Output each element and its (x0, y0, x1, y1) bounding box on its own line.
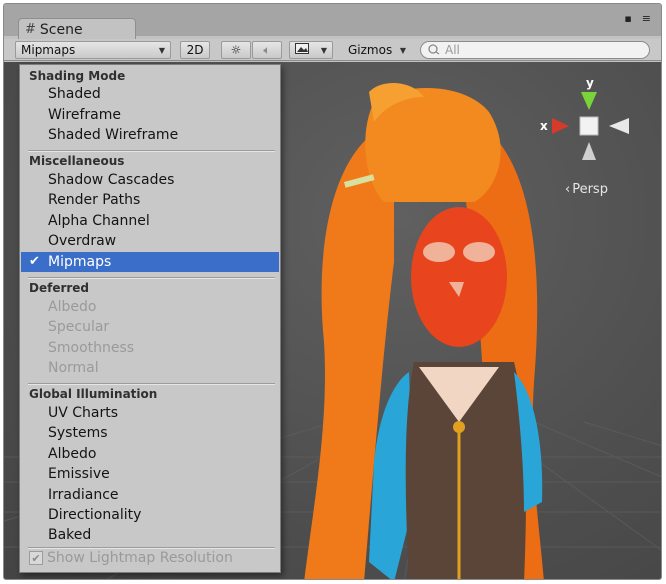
menu-item-alpha-channel[interactable]: Alpha Channel (21, 211, 279, 231)
menu-item-overdraw[interactable]: Overdraw (21, 231, 279, 251)
menu-item-mipmaps-label: Mipmaps (48, 254, 112, 270)
menu-item-render-paths[interactable]: Render Paths (21, 190, 279, 210)
2d-label: 2D (186, 43, 204, 57)
menu-item-mipmaps[interactable]: ✔ Mipmaps (21, 252, 279, 272)
menu-item-specular: Specular (48, 319, 110, 335)
gizmo-y-axis[interactable] (581, 92, 597, 110)
menu-item-wireframe[interactable]: Wireframe (21, 105, 279, 125)
scene-toolbar: Mipmaps ▼ 2D ☼ 🔈︎ ▼ Gizmos ▼ All (4, 39, 661, 61)
tab-bar: # Scene ▪ ≡ (4, 4, 661, 40)
tab-scene[interactable]: # Scene (18, 18, 136, 40)
render-mode-dropdown[interactable]: Mipmaps ▼ (15, 41, 171, 59)
search-icon (427, 43, 443, 58)
audio-toggle-button[interactable]: 🔈︎ (252, 41, 282, 59)
lighting-toggle-button[interactable]: ☼ (221, 41, 251, 59)
menu-separator-highlight (28, 548, 275, 549)
lighting-toggle-icon: ☼ (230, 43, 242, 57)
checkmark-icon: ✔ (29, 254, 40, 269)
context-menu-icon[interactable]: ≡ (642, 12, 651, 25)
search-input[interactable]: All (420, 41, 650, 59)
menu-separator-highlight (28, 151, 275, 152)
search-placeholder: All (445, 43, 460, 57)
chevron-down-icon: ▼ (158, 45, 165, 55)
render-mode-label: Mipmaps (21, 43, 76, 57)
menu-item-emissive[interactable]: Emissive (21, 464, 279, 484)
scene-tab-icon: # (25, 22, 36, 37)
persp-icon: ‹ (565, 182, 571, 197)
character-model (304, 82, 544, 579)
gizmos-dropdown[interactable]: Gizmos ▼ (343, 41, 411, 59)
scene-window: # Scene ▪ ≡ Mipmaps ▼ 2D ☼ 🔈︎ ▼ Gizmos ▼… (3, 3, 662, 580)
menu-item-directionality[interactable]: Directionality (21, 505, 279, 525)
lightmap-resolution-checkbox: ✔ (29, 551, 43, 565)
window-controls: ▪ ≡ (624, 12, 651, 25)
gizmo-y-label: y (586, 76, 594, 90)
menu-item-irradiance[interactable]: Irradiance (21, 485, 279, 505)
menu-item-normal: Normal (48, 360, 99, 376)
effects-icon (295, 43, 309, 57)
effects-dropdown[interactable]: ▼ (289, 41, 333, 59)
chevron-down-icon: ▼ (320, 45, 327, 55)
gizmo-center-cube[interactable] (579, 116, 599, 136)
menu-item-deferred-albedo: Albedo (48, 299, 97, 315)
projection-label: Persp (572, 182, 608, 197)
audio-toggle-icon: 🔈︎ (263, 42, 271, 57)
orientation-gizmo[interactable]: y x (534, 72, 644, 192)
chevron-down-icon: ▼ (399, 45, 406, 55)
projection-toggle[interactable]: ‹ Persp (565, 182, 608, 197)
section-header-global-illumination: Global Illumination (29, 387, 158, 401)
section-header-deferred: Deferred (29, 281, 90, 295)
menu-separator-highlight (28, 278, 275, 279)
menu-item-baked[interactable]: Baked (21, 525, 279, 545)
gizmos-label: Gizmos (348, 43, 393, 57)
gizmo-x-axis[interactable] (552, 118, 569, 134)
menu-separator-highlight (28, 384, 275, 385)
tab-title: Scene (39, 21, 83, 38)
section-header-shading-mode: Shading Mode (29, 69, 126, 83)
lightmap-resolution-label: Show Lightmap Resolution (47, 550, 233, 566)
menu-item-systems[interactable]: Systems (21, 423, 279, 443)
menu-item-shaded-wireframe[interactable]: Shaded Wireframe (21, 125, 279, 145)
render-mode-menu: Shading Mode Shaded Wireframe Shaded Wir… (19, 64, 281, 573)
gizmo-x-label: x (540, 119, 548, 133)
menu-item-shadow-cascades[interactable]: Shadow Cascades (21, 170, 279, 190)
gizmo-neg-y-axis[interactable] (582, 142, 596, 160)
2d-toggle-button[interactable]: 2D (180, 41, 210, 59)
section-header-miscellaneous: Miscellaneous (29, 154, 125, 168)
menu-item-gi-albedo[interactable]: Albedo (21, 444, 279, 464)
menu-item-shaded[interactable]: Shaded (21, 84, 279, 104)
menu-item-smoothness: Smoothness (48, 340, 135, 356)
menu-item-uv-charts[interactable]: UV Charts (21, 403, 279, 423)
maximize-icon[interactable]: ▪ (624, 12, 631, 25)
gizmo-neg-x-axis[interactable] (609, 118, 629, 134)
